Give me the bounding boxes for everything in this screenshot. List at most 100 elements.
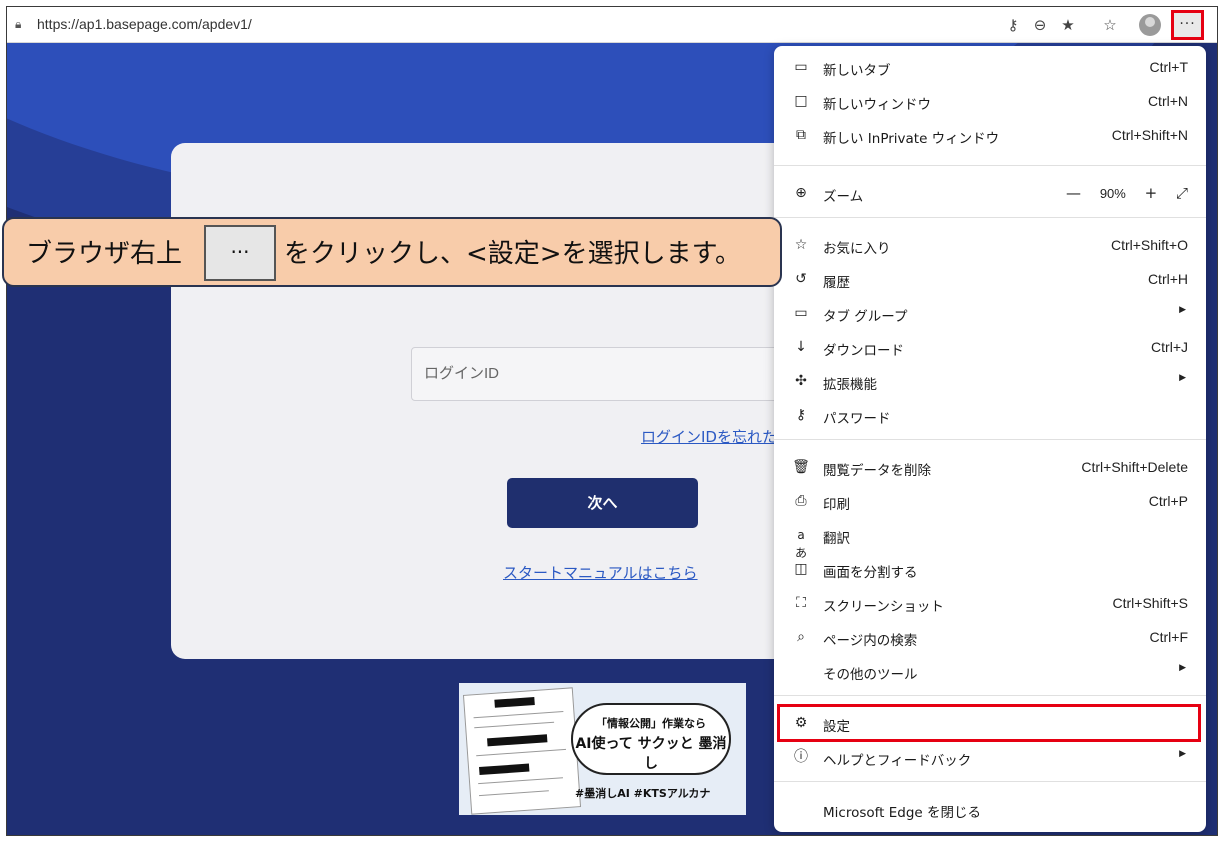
menu-shortcut: Ctrl+Shift+Delete — [1081, 459, 1188, 475]
menu-label: 翻訳 — [823, 531, 850, 547]
key-icon[interactable]: ⚷ — [1003, 15, 1023, 35]
menu-label: スクリーンショット — [823, 599, 944, 615]
submenu-arrow-icon: ▶ — [1179, 373, 1186, 383]
menu-label: 印刷 — [823, 497, 850, 513]
menu-shortcut: Ctrl+T — [1149, 59, 1189, 75]
forgot-id-link[interactable]: ログインIDを忘れた — [641, 426, 777, 447]
menu-label: 新しいウィンドウ — [823, 97, 931, 113]
menu-label: 閲覧データを削除 — [823, 463, 931, 479]
favorites-list-icon[interactable]: ☆ — [1100, 15, 1120, 35]
ad-hashtags: #墨消しAI #KTSアルカナ — [575, 787, 711, 800]
start-manual-link[interactable]: スタートマニュアルはこちら — [503, 562, 698, 583]
menu-label: ズーム — [823, 189, 864, 205]
menu-label: ページ内の検索 — [823, 633, 918, 649]
menu-divider — [774, 439, 1206, 440]
menu-shortcut: Ctrl+H — [1147, 271, 1188, 287]
ad-headline: 「情報公開」作業なら — [596, 717, 706, 730]
redacted-document-image — [462, 687, 582, 815]
menu-shortcut: Ctrl+Shift+O — [1110, 237, 1188, 253]
menu-label: Microsoft Edge を閉じる — [823, 805, 981, 821]
submenu-arrow-icon: ▶ — [1179, 663, 1186, 673]
zoom-out-icon[interactable]: ⊖ — [1030, 15, 1050, 35]
browser-window: 🔒︎ https://ap1.basepage.com/apdev1/ ⚷ ⊖ … — [6, 6, 1218, 836]
inprivate-icon: ⧉ — [796, 127, 806, 143]
zoom-controls: — 90% + ⤢ — [1052, 184, 1188, 202]
menu-shortcut: Ctrl+Shift+N — [1111, 127, 1188, 143]
menu-label: ダウンロード — [823, 343, 904, 359]
menu-shortcut: Ctrl+F — [1149, 629, 1189, 645]
history-icon: ↺ — [795, 271, 807, 287]
menu-shortcut: Ctrl+P — [1148, 493, 1188, 509]
tab-groups-icon: ▭ — [794, 305, 808, 321]
zoom-icon: ⊕ — [795, 185, 807, 201]
new-tab-icon: ▭ — [794, 59, 808, 75]
url-field[interactable]: https://ap1.basepage.com/apdev1/ — [37, 16, 252, 32]
more-button-key-icon: ··· — [204, 225, 276, 281]
menu-item-new-inprivate[interactable]: ⧉ 新しい InPrivate ウィンドウ Ctrl+Shift+N — [774, 118, 1206, 152]
next-button[interactable]: 次へ — [507, 478, 698, 528]
ad-tagline: AI使って サクッと 墨消し — [575, 736, 727, 772]
translate-icon: aあ — [794, 528, 807, 560]
zoom-in-button[interactable]: + — [1145, 184, 1158, 202]
menu-item-find[interactable]: ⌕ ページ内の検索 Ctrl+F — [774, 620, 1206, 654]
puzzle-icon: ✣ — [795, 373, 807, 389]
download-icon: ↓ — [795, 339, 807, 355]
menu-item-split-screen[interactable]: ◫ 画面を分割する — [774, 552, 1206, 586]
menu-item-clear-data[interactable]: 🗑︎ 閲覧データを削除 Ctrl+Shift+Delete — [774, 450, 1206, 484]
star-filled-icon[interactable]: ★ — [1058, 15, 1078, 35]
fullscreen-icon[interactable]: ⤢ — [1176, 184, 1188, 202]
menu-label: その他のツール — [823, 667, 918, 683]
menu-shortcut: Ctrl+Shift+S — [1112, 595, 1188, 611]
menu-label: 履歴 — [823, 275, 850, 291]
menu-item-extensions[interactable]: ✣ 拡張機能 ▶ — [774, 364, 1206, 398]
menu-item-help[interactable]: ⓘ ヘルプとフィードバック ▶ — [774, 740, 1206, 774]
menu-divider — [774, 217, 1206, 218]
settings-highlight — [777, 704, 1201, 742]
callout-text-before: ブラウザ右上 — [26, 239, 183, 269]
address-bar: 🔒︎ https://ap1.basepage.com/apdev1/ ⚷ ⊖ … — [7, 7, 1217, 43]
menu-item-passwords[interactable]: ⚷ パスワード — [774, 398, 1206, 432]
trash-icon: 🗑︎ — [792, 459, 810, 475]
menu-item-zoom: ⊕ ズーム — 90% + ⤢ — [774, 176, 1206, 210]
menu-label: ヘルプとフィードバック — [823, 753, 972, 769]
submenu-arrow-icon: ▶ — [1179, 749, 1186, 759]
find-in-page-icon: ⌕ — [797, 629, 805, 645]
menu-label: 画面を分割する — [823, 565, 918, 581]
help-icon: ⓘ — [794, 749, 808, 765]
menu-item-favorites[interactable]: ☆ お気に入り Ctrl+Shift+O — [774, 228, 1206, 262]
menu-label: 新しい InPrivate ウィンドウ — [823, 131, 1000, 147]
menu-label: タブ グループ — [823, 309, 908, 325]
lock-icon: 🔒︎ — [15, 17, 22, 31]
ad-banner[interactable]: 「情報公開」作業なら AI使って サクッと 墨消し #墨消しAI #KTSアルカ… — [459, 683, 746, 815]
menu-item-print[interactable]: ⎙ 印刷 Ctrl+P — [774, 484, 1206, 518]
profile-avatar[interactable] — [1139, 14, 1161, 36]
menu-item-new-tab[interactable]: ▭ 新しいタブ Ctrl+T — [774, 50, 1206, 84]
menu-divider — [774, 695, 1206, 696]
menu-item-translate[interactable]: aあ 翻訳 — [774, 518, 1206, 560]
ad-speech-bubble: 「情報公開」作業なら AI使って サクッと 墨消し — [571, 703, 731, 775]
zoom-out-button[interactable]: — — [1066, 184, 1081, 202]
menu-label: パスワード — [823, 411, 891, 427]
menu-item-downloads[interactable]: ↓ ダウンロード Ctrl+J — [774, 330, 1206, 364]
menu-divider — [774, 165, 1206, 166]
menu-divider — [774, 781, 1206, 782]
more-menu-button[interactable]: ··· — [1171, 10, 1204, 40]
menu-shortcut: Ctrl+J — [1151, 339, 1188, 355]
window-icon: □ — [794, 93, 808, 109]
split-screen-icon: ◫ — [794, 561, 808, 577]
menu-item-new-window[interactable]: □ 新しいウィンドウ Ctrl+N — [774, 84, 1206, 118]
login-id-input[interactable]: ログインID — [411, 347, 811, 401]
menu-item-screenshot[interactable]: ⛶ スクリーンショット Ctrl+Shift+S — [774, 586, 1206, 620]
menu-item-tab-groups[interactable]: ▭ タブ グループ ▶ — [774, 296, 1206, 330]
favorites-icon: ☆ — [794, 237, 808, 253]
menu-item-more-tools[interactable]: その他のツール ▶ — [774, 654, 1206, 688]
screenshot-icon: ⛶ — [796, 595, 806, 611]
key-icon: ⚷ — [795, 407, 807, 423]
browser-settings-menu: ▭ 新しいタブ Ctrl+T □ 新しいウィンドウ Ctrl+N ⧉ 新しい I… — [774, 46, 1206, 832]
callout-text-after: をクリックし、<設定>を選択します。 — [284, 239, 741, 269]
menu-shortcut: Ctrl+N — [1147, 93, 1188, 109]
menu-item-close-edge[interactable]: Microsoft Edge を閉じる — [774, 792, 1206, 826]
submenu-arrow-icon: ▶ — [1179, 305, 1186, 315]
menu-item-history[interactable]: ↺ 履歴 Ctrl+H — [774, 262, 1206, 296]
menu-label: 拡張機能 — [823, 377, 877, 393]
